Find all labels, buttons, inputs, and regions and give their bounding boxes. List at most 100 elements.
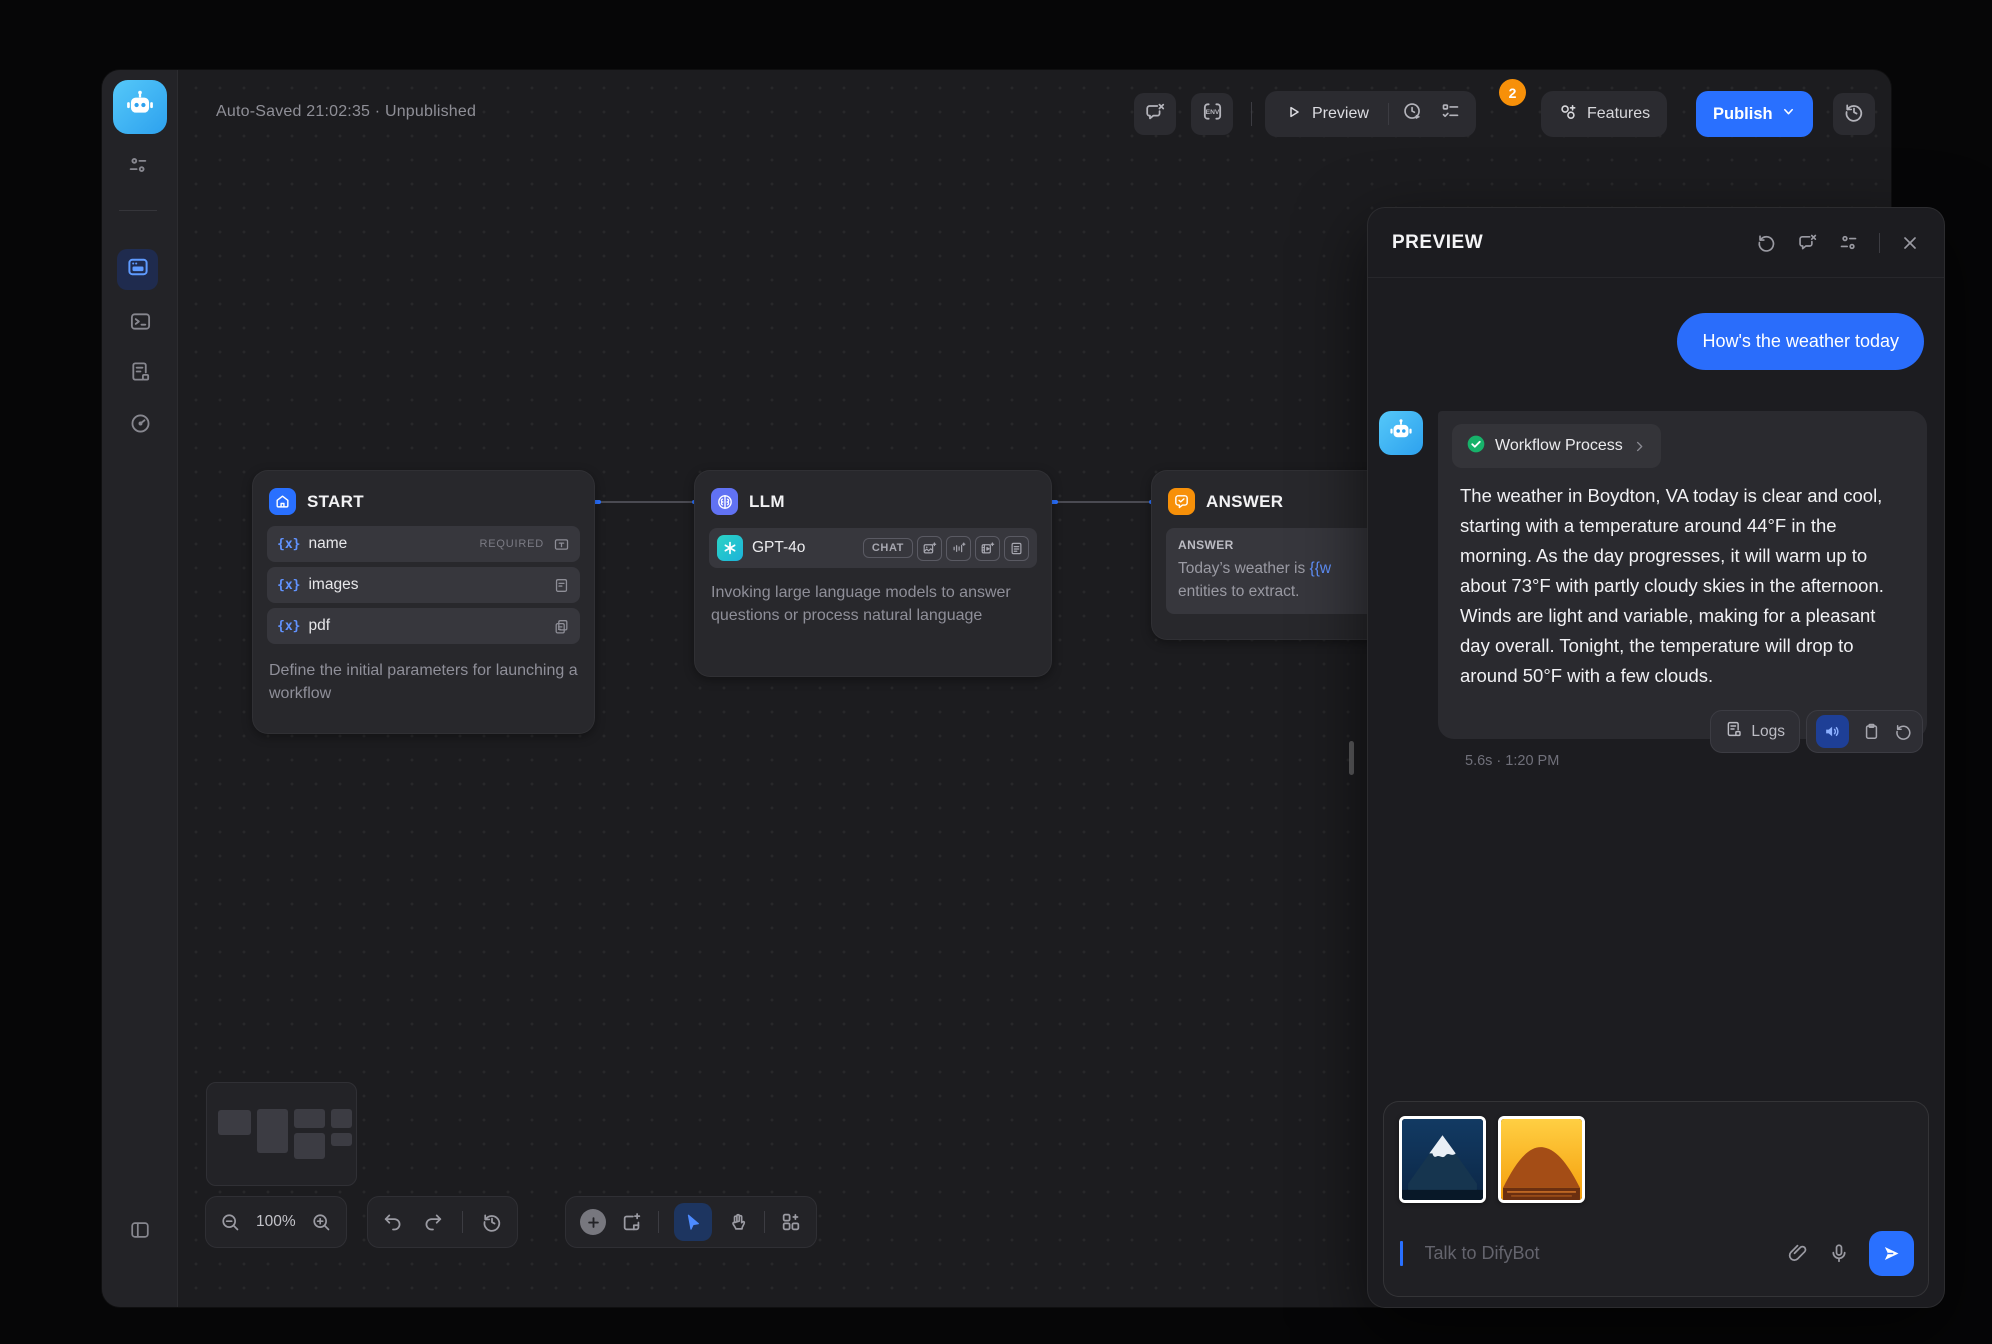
send-button[interactable] bbox=[1869, 1231, 1914, 1276]
chat-settings-icon[interactable] bbox=[1797, 232, 1818, 253]
node-start-description: Define the initial parameters for launch… bbox=[253, 649, 594, 721]
attachment-thumbnail-sunset-mountain[interactable] bbox=[1498, 1116, 1585, 1203]
minimap-node bbox=[294, 1109, 325, 1128]
gauge-icon bbox=[129, 412, 152, 440]
chat-mode-badge: CHAT bbox=[863, 538, 913, 558]
node-llm-header: LLM bbox=[695, 471, 1051, 526]
message-meta: 5.6s · 1:20 PM bbox=[1465, 753, 1559, 769]
zoom-toolbar: 100% bbox=[205, 1196, 347, 1248]
version-history-button[interactable] bbox=[1833, 93, 1875, 135]
attached-images bbox=[1399, 1116, 1585, 1203]
chat-input-box bbox=[1383, 1101, 1929, 1297]
text-input-type-icon bbox=[553, 536, 570, 553]
minimap-node bbox=[218, 1110, 251, 1135]
openai-logo-icon bbox=[717, 535, 743, 561]
chevron-right-icon bbox=[1632, 439, 1647, 454]
features-button[interactable]: Features bbox=[1541, 91, 1667, 137]
variable-glyph: {x} bbox=[277, 619, 300, 634]
conversation-settings-icon[interactable] bbox=[1838, 232, 1859, 253]
node-start-header: START bbox=[253, 471, 594, 526]
start-field-name[interactable]: {x} name REQUIRED bbox=[267, 526, 580, 562]
message-action-group bbox=[1806, 710, 1923, 753]
redo-button[interactable] bbox=[422, 1211, 444, 1233]
undo-button[interactable] bbox=[382, 1211, 404, 1233]
checklist-icon bbox=[1440, 101, 1461, 127]
sidebar-item-logs[interactable] bbox=[120, 354, 160, 394]
node-llm-description: Invoking large language models to answer… bbox=[695, 568, 1051, 643]
node-llm[interactable]: LLM GPT-4o CHAT Invoking large language … bbox=[694, 470, 1052, 677]
play-icon bbox=[1285, 103, 1303, 126]
speaker-button[interactable] bbox=[1816, 715, 1849, 748]
terminal-icon bbox=[129, 310, 152, 338]
field-name-label: name bbox=[308, 535, 347, 553]
preview-panel: PREVIEW How's the weather today bbox=[1367, 207, 1945, 1308]
sliders-icon bbox=[127, 154, 149, 181]
audio-capability-icon bbox=[946, 536, 971, 561]
toolbar-separator bbox=[462, 1211, 463, 1233]
zoom-level[interactable]: 100% bbox=[256, 1213, 296, 1231]
add-note-button[interactable] bbox=[621, 1211, 643, 1233]
log-document-icon bbox=[129, 360, 152, 388]
features-icon bbox=[1558, 102, 1578, 127]
copy-button[interactable] bbox=[1862, 722, 1881, 741]
add-node-button[interactable] bbox=[580, 1209, 606, 1235]
sidebar-item-api[interactable] bbox=[120, 304, 160, 344]
robot-icon bbox=[1387, 417, 1415, 450]
attach-file-button[interactable] bbox=[1787, 1242, 1809, 1264]
node-llm-title: LLM bbox=[749, 492, 785, 512]
panel-resize-handle[interactable] bbox=[1349, 741, 1354, 775]
start-field-pdf[interactable]: {x} pdf bbox=[267, 608, 580, 644]
sidebar-item-orchestrate[interactable] bbox=[117, 249, 158, 290]
zoom-out-button[interactable] bbox=[220, 1212, 241, 1233]
llm-model-selector[interactable]: GPT-4o CHAT bbox=[709, 528, 1037, 568]
video-capability-icon bbox=[975, 536, 1000, 561]
minimap-node bbox=[294, 1133, 325, 1159]
svg-text:ENV: ENV bbox=[1205, 109, 1219, 116]
workflow-process-toggle[interactable]: Workflow Process bbox=[1452, 424, 1661, 468]
chevron-down-icon bbox=[1781, 104, 1796, 124]
canvas-minimap[interactable] bbox=[206, 1082, 357, 1186]
run-history-button[interactable] bbox=[1394, 95, 1432, 133]
zoom-in-button[interactable] bbox=[311, 1212, 332, 1233]
env-variable-button[interactable]: ENV bbox=[1191, 93, 1233, 135]
attachment-thumbnail-night-mountain[interactable] bbox=[1399, 1116, 1486, 1203]
collapse-sidebar-button[interactable] bbox=[120, 1212, 160, 1252]
chat-variable-button[interactable] bbox=[1134, 93, 1176, 135]
app-root: Auto-Saved 21:02:35 · Unpublished ENV Pr… bbox=[0, 0, 1992, 1344]
bot-message-text: The weather in Boydton, VA today is clea… bbox=[1460, 481, 1905, 691]
chat-input[interactable] bbox=[1409, 1243, 1769, 1264]
llm-brain-icon bbox=[711, 488, 738, 515]
toolbar-separator bbox=[764, 1211, 765, 1233]
answer-text-line1: Today’s weather is {{w bbox=[1178, 557, 1386, 580]
node-start[interactable]: START {x} name REQUIRED {x} images {x} p… bbox=[252, 470, 595, 734]
change-history-button[interactable] bbox=[481, 1211, 503, 1233]
toolbar-separator bbox=[658, 1211, 659, 1233]
start-field-images[interactable]: {x} images bbox=[267, 567, 580, 603]
regenerate-button[interactable] bbox=[1894, 722, 1913, 741]
sidebar-item-monitoring[interactable] bbox=[120, 406, 160, 446]
clock-play-icon bbox=[1402, 101, 1423, 127]
preview-button-label: Preview bbox=[1312, 105, 1369, 123]
organize-blocks-button[interactable] bbox=[780, 1211, 802, 1233]
pointer-mode-button[interactable] bbox=[674, 1203, 712, 1241]
hand-mode-button[interactable] bbox=[727, 1211, 749, 1233]
env-icon: ENV bbox=[1201, 100, 1224, 128]
checklist-button[interactable] bbox=[1432, 95, 1470, 133]
bot-message-card: Workflow Process The weather in Boydton,… bbox=[1438, 411, 1927, 739]
node-start-title: START bbox=[307, 492, 364, 512]
workflow-process-label: Workflow Process bbox=[1495, 437, 1623, 455]
chat-input-row bbox=[1400, 1230, 1914, 1276]
close-icon[interactable] bbox=[1900, 233, 1920, 253]
sidebar-item-tools[interactable] bbox=[118, 147, 158, 187]
llm-model-name: GPT-4o bbox=[752, 539, 805, 557]
preview-button[interactable]: Preview bbox=[1271, 91, 1383, 137]
publish-button[interactable]: Publish bbox=[1696, 91, 1813, 137]
restart-conversation-icon[interactable] bbox=[1756, 232, 1777, 253]
variable-glyph: {x} bbox=[277, 537, 300, 552]
app-avatar[interactable] bbox=[113, 80, 167, 134]
group-separator bbox=[1388, 103, 1389, 125]
voice-input-button[interactable] bbox=[1828, 1242, 1850, 1264]
chat-x-icon bbox=[1144, 101, 1166, 128]
logs-button[interactable]: Logs bbox=[1710, 710, 1800, 753]
success-check-icon bbox=[1466, 434, 1486, 459]
